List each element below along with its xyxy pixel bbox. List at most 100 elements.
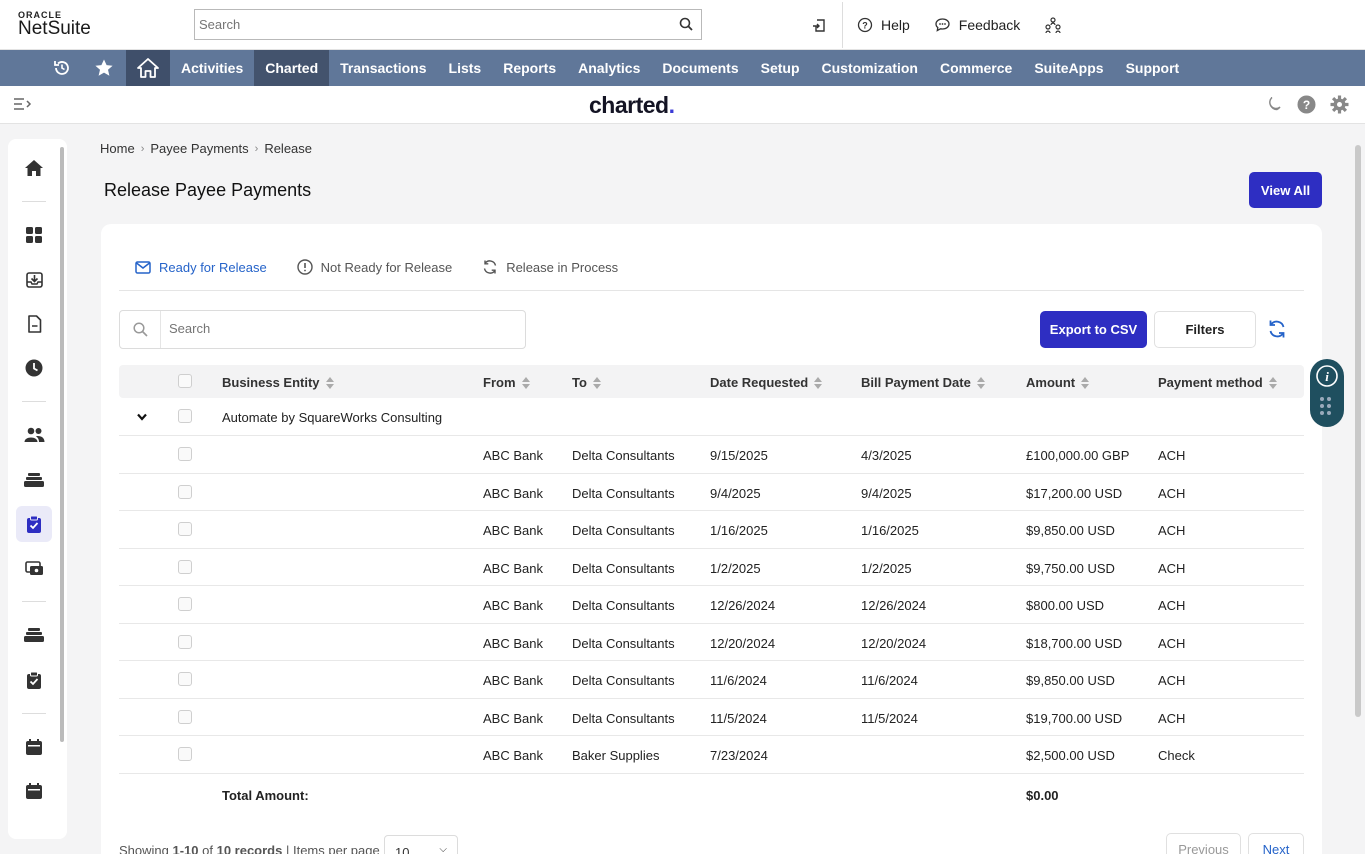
nav-item-support[interactable]: Support bbox=[1115, 50, 1191, 86]
sidebar-item-documents[interactable] bbox=[16, 306, 52, 342]
nav-item-analytics[interactable]: Analytics bbox=[567, 50, 651, 86]
sidebar-item-home[interactable] bbox=[16, 150, 52, 186]
column-header-date-requested[interactable]: Date Requested bbox=[710, 375, 823, 390]
column-header-amount[interactable]: Amount bbox=[1026, 375, 1090, 390]
help-circle-icon[interactable]: ? bbox=[1297, 95, 1316, 114]
nav-item-suiteapps[interactable]: SuiteApps bbox=[1023, 50, 1114, 86]
sidebar-scrollbar[interactable] bbox=[60, 147, 64, 742]
column-header-bill-payment-date[interactable]: Bill Payment Date bbox=[861, 375, 985, 390]
export-csv-button[interactable]: Export to CSV bbox=[1040, 311, 1147, 348]
search-input[interactable] bbox=[169, 321, 509, 336]
payment-method-cell: ACH bbox=[1158, 673, 1186, 688]
footer-divider: | bbox=[282, 843, 293, 854]
breadcrumb-payee-payments[interactable]: Payee Payments bbox=[150, 141, 248, 156]
global-search[interactable] bbox=[194, 9, 702, 40]
date-requested-cell: 12/26/2024 bbox=[710, 598, 776, 613]
sidebar-item-calendar[interactable] bbox=[16, 729, 52, 765]
nav-item-documents[interactable]: Documents bbox=[651, 50, 749, 86]
chevron-down-icon[interactable] bbox=[137, 413, 147, 421]
row-checkbox[interactable] bbox=[178, 747, 192, 761]
gear-icon[interactable] bbox=[1330, 95, 1349, 114]
sidebar-item-schedule[interactable] bbox=[16, 773, 52, 809]
items-per-page-select[interactable]: 10 ⌵ bbox=[384, 835, 458, 854]
assistant-widget[interactable]: i bbox=[1310, 359, 1344, 427]
sidebar-item-release[interactable] bbox=[16, 506, 52, 542]
nav-home-button[interactable] bbox=[126, 50, 170, 86]
nav-recent-button[interactable] bbox=[0, 50, 82, 86]
previous-page-button[interactable]: Previous bbox=[1166, 833, 1241, 854]
charted-header: charted. ? bbox=[0, 86, 1365, 124]
table-row[interactable]: ABC Bank Delta Consultants 11/6/2024 11/6/2… bbox=[119, 661, 1304, 699]
total-row: Total Amount: $0.00 bbox=[119, 774, 1304, 814]
sidebar-item-history[interactable] bbox=[16, 350, 52, 386]
row-checkbox[interactable] bbox=[178, 672, 192, 686]
next-page-button[interactable]: Next bbox=[1248, 833, 1304, 854]
sidebar-item-batches[interactable] bbox=[16, 462, 52, 498]
column-header-business-entity[interactable]: Business Entity bbox=[222, 375, 334, 390]
tab-ready-for-release[interactable]: Ready for Release bbox=[135, 254, 267, 280]
table-row[interactable]: ABC Bank Delta Consultants 11/5/2024 11/5/2… bbox=[119, 699, 1304, 736]
column-header-payment-method[interactable]: Payment method bbox=[1158, 375, 1277, 390]
nav-item-activities[interactable]: Activities bbox=[170, 50, 254, 86]
moon-icon[interactable] bbox=[1265, 95, 1283, 113]
page-scrollbar[interactable] bbox=[1355, 145, 1361, 717]
view-all-button[interactable]: View All bbox=[1249, 172, 1322, 208]
tab-release-in-process[interactable]: Release in Process bbox=[482, 254, 618, 280]
column-label: From bbox=[483, 375, 516, 390]
sidebar-item-stack-2[interactable] bbox=[16, 617, 52, 653]
tab-not-ready-for-release[interactable]: Not Ready for Release bbox=[296, 254, 452, 280]
community-button[interactable] bbox=[1044, 16, 1062, 34]
group-checkbox[interactable] bbox=[178, 409, 192, 423]
row-checkbox[interactable] bbox=[178, 559, 192, 574]
chevron-down-icon: ⌵ bbox=[439, 844, 447, 854]
sidebar-item-approvals[interactable] bbox=[16, 662, 52, 698]
table-search[interactable] bbox=[119, 310, 526, 349]
help-button[interactable]: ? Help bbox=[857, 17, 910, 33]
to-cell: Delta Consultants bbox=[572, 673, 675, 688]
feedback-button[interactable]: Feedback bbox=[934, 17, 1020, 33]
global-search-input[interactable] bbox=[195, 10, 665, 39]
sidebar-item-payees[interactable] bbox=[16, 417, 52, 453]
sidebar-item-inbox[interactable] bbox=[16, 261, 52, 297]
row-checkbox[interactable] bbox=[178, 634, 192, 649]
filters-button[interactable]: Filters bbox=[1154, 311, 1256, 348]
nav-item-reports[interactable]: Reports bbox=[492, 50, 567, 86]
table-row[interactable]: ABC Bank Baker Supplies 7/23/2024 $2,500.00… bbox=[119, 736, 1304, 774]
column-header-from[interactable]: From bbox=[483, 375, 530, 390]
nav-favorites-button[interactable] bbox=[82, 50, 126, 86]
row-checkbox[interactable] bbox=[178, 447, 192, 461]
sidebar-item-payments[interactable] bbox=[16, 550, 52, 586]
from-cell: ABC Bank bbox=[483, 485, 543, 501]
refresh-button[interactable] bbox=[1267, 319, 1287, 342]
row-checkbox[interactable] bbox=[178, 597, 192, 611]
breadcrumb-home[interactable]: Home bbox=[100, 141, 135, 156]
nav-item-lists[interactable]: Lists bbox=[438, 50, 493, 86]
nav-item-commerce[interactable]: Commerce bbox=[929, 50, 1023, 86]
table-row[interactable]: ABC Bank Delta Consultants 1/2/2025 1/2/202… bbox=[119, 549, 1304, 586]
column-header-to[interactable]: To bbox=[572, 375, 601, 390]
recent-records-button[interactable] bbox=[812, 17, 828, 33]
nav-item-setup[interactable]: Setup bbox=[750, 50, 811, 86]
sidebar-toggle-button[interactable] bbox=[13, 96, 33, 115]
table-row[interactable]: ABC Bank Delta Consultants 9/4/2025 9/4/202… bbox=[119, 474, 1304, 511]
row-checkbox[interactable] bbox=[178, 709, 192, 724]
drag-handle-icon[interactable] bbox=[1318, 395, 1336, 417]
nav-item-transactions[interactable]: Transactions bbox=[329, 50, 437, 86]
sidebar-item-dashboard[interactable] bbox=[16, 217, 52, 253]
select-all-checkbox[interactable] bbox=[178, 374, 192, 388]
search-icon[interactable] bbox=[679, 17, 693, 31]
table-row[interactable]: ABC Bank Delta Consultants 12/20/2024 12/20… bbox=[119, 624, 1304, 661]
nav-item-customization[interactable]: Customization bbox=[811, 50, 929, 86]
sort-icon bbox=[1268, 376, 1277, 389]
recent-records-icon bbox=[813, 19, 825, 32]
row-checkbox[interactable] bbox=[178, 522, 192, 536]
info-icon[interactable]: i bbox=[1316, 365, 1338, 387]
netsuite-logo[interactable]: ORACLE NetSuite bbox=[18, 10, 91, 40]
group-name: Automate by SquareWorks Consulting bbox=[222, 410, 443, 425]
table-row[interactable]: ABC Bank Delta Consultants 1/16/2025 1/16/2… bbox=[119, 511, 1304, 549]
table-row[interactable]: ABC Bank Delta Consultants 12/26/2024 12/26… bbox=[119, 586, 1304, 624]
nav-item-charted[interactable]: Charted bbox=[254, 50, 330, 86]
row-checkbox[interactable] bbox=[178, 484, 192, 499]
amount-cell: $18,700.00 USD bbox=[1026, 635, 1123, 651]
table-row[interactable]: ABC Bank Delta Consultants 9/15/2025 4/3/20… bbox=[119, 436, 1304, 474]
